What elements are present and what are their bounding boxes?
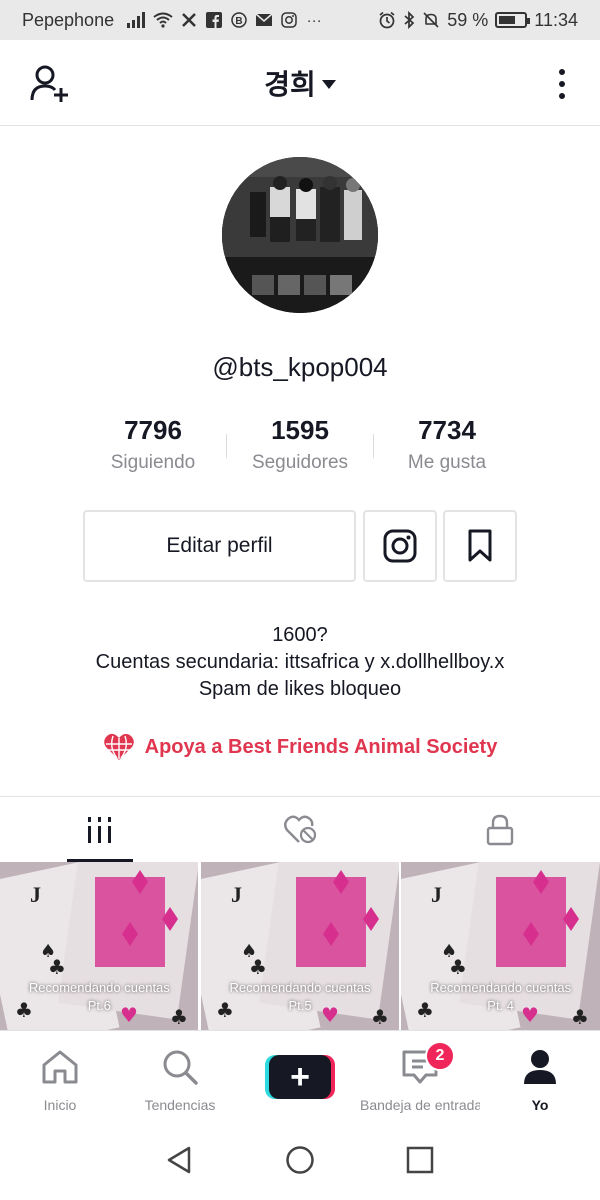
instagram-status-icon [280,11,298,29]
nav-profile-label: Yo [531,1097,549,1113]
svg-text:♣: ♣ [249,955,267,979]
create-button[interactable]: + [265,1055,335,1099]
followers-count: 1595 [271,415,329,445]
avatar-photo [222,157,378,313]
add-user-icon [30,65,68,102]
b-badge-icon: B [230,11,248,29]
nav-home-label: Inicio [43,1097,77,1113]
status-icons-left: B ··· [126,11,323,29]
bottom-nav: Inicio Tendencias + 2 Bandeja de entrada… [0,1030,600,1120]
video-thumbnail[interactable]: J ♠ ♣ ♣ ♥ ♣ Recomendando cuentas Pt. 4 [401,862,600,1030]
followers-label: Seguidores [251,452,349,473]
svg-text:♣: ♣ [48,955,66,979]
favorites-button[interactable] [443,510,517,582]
video-grid: J ♠ ♣ ♣ ♥ ♣ Recomendando cuentas Pt.6 J … [0,862,600,1030]
mute-bell-icon [423,12,439,28]
back-icon[interactable] [165,1145,195,1175]
wifi-icon [153,12,173,28]
profile-header: 경희 [0,40,600,126]
battery-percent: 59 % [447,9,489,30]
account-switcher[interactable]: 경희 [264,63,336,103]
svg-text:J: J [231,882,242,907]
more-notifications-icon: ··· [306,11,322,29]
more-options-button[interactable] [554,66,570,102]
video-part: Pt. 4 [487,998,515,1013]
video-caption: Recomendando cuentas [430,980,572,995]
bio-line: 1600? [272,624,328,646]
bio: 1600? Cuentas secundaria: ittsafrica y x… [0,622,600,703]
home-icon [40,1047,80,1087]
signal-icon [127,12,146,28]
carrier-name: Pepephone [22,9,115,30]
following-count: 7796 [124,415,182,445]
search-icon [160,1047,200,1087]
mail-icon [255,11,273,29]
clock: 11:34 [534,9,578,30]
nav-inbox-label: Bandeja de entrada [360,1097,480,1113]
following-stat[interactable]: 7796 Siguiendo [80,412,226,482]
charity-label: Apoya a Best Friends Animal Society [144,735,498,758]
status-icons-right: 59 % 11:34 [378,10,578,31]
app-notification-icon [182,13,196,27]
lock-icon [486,814,514,845]
hidden-likes-icon [284,815,317,843]
instagram-icon [383,529,417,563]
profile-icon [520,1047,560,1087]
bio-line: Spam de likes bloqueo [198,678,402,700]
nav-create[interactable]: + [240,1031,360,1120]
inbox-badge: 2 [425,1041,455,1071]
edit-profile-button[interactable]: Editar perfil [83,510,356,582]
following-label: Siguiendo [110,452,196,473]
nav-discover[interactable]: Tendencias [120,1031,240,1120]
charity-link[interactable]: Apoya a Best Friends Animal Society [0,732,600,762]
likes-label: Me gusta [407,452,487,473]
battery-icon [495,12,531,28]
profile-stats: 7796 Siguiendo 1595 Seguidores 7734 Me g… [80,412,520,482]
alarm-icon [379,11,395,29]
svg-text:B: B [235,16,242,27]
followers-stat[interactable]: 1595 Seguidores [227,412,373,482]
plus-icon: + [269,1055,331,1099]
nav-home[interactable]: Inicio [0,1031,120,1120]
username: @bts_kpop004 [212,352,388,382]
tab-private[interactable] [400,797,600,862]
video-part: Pt.6 [87,998,111,1013]
svg-text:♣: ♣ [449,955,467,979]
nav-discover-label: Tendencias [144,1097,216,1113]
video-caption: Recomendando cuentas [229,980,371,995]
page-title: 경희 [264,68,316,100]
tab-videos[interactable] [0,797,200,862]
system-nav-bar [0,1120,600,1200]
tab-liked[interactable] [200,797,400,862]
bio-line: Cuentas secundaria: ittsafrica y x.dollh… [95,651,505,673]
likes-count: 7734 [418,415,476,445]
globe-heart-icon [103,733,134,760]
bluetooth-icon [404,11,415,29]
svg-text:J: J [431,882,442,907]
video-thumbnail[interactable]: J ♠ ♣ ♣ ♥ ♣ Recomendando cuentas Pt.5 [200,862,400,1030]
instagram-button[interactable] [363,510,437,582]
recents-icon[interactable] [405,1145,435,1175]
video-caption: Recomendando cuentas [28,980,170,995]
more-dot-icon [559,69,565,75]
video-thumbnail[interactable]: J ♠ ♣ ♣ ♥ ♣ Recomendando cuentas Pt.6 [0,862,199,1030]
facebook-icon [205,11,223,29]
svg-text:J: J [30,882,41,907]
content-tabs [0,796,600,862]
edit-profile-label: Editar perfil [166,534,273,557]
video-part: Pt.5 [288,998,312,1013]
add-friend-button[interactable] [30,64,72,104]
caret-down-icon [321,80,336,89]
more-dot-icon [559,93,565,99]
nav-profile[interactable]: Yo [480,1031,600,1120]
likes-stat[interactable]: 7734 Me gusta [374,412,520,482]
more-dot-icon [559,81,565,87]
avatar[interactable] [222,157,378,313]
videos-grid-icon [88,816,111,843]
bookmark-icon [468,529,492,562]
nav-inbox[interactable]: 2 Bandeja de entrada [360,1031,480,1120]
home-circle-icon[interactable] [285,1145,315,1175]
status-bar: Pepephone B ··· 59 % 11:34 [0,0,600,40]
